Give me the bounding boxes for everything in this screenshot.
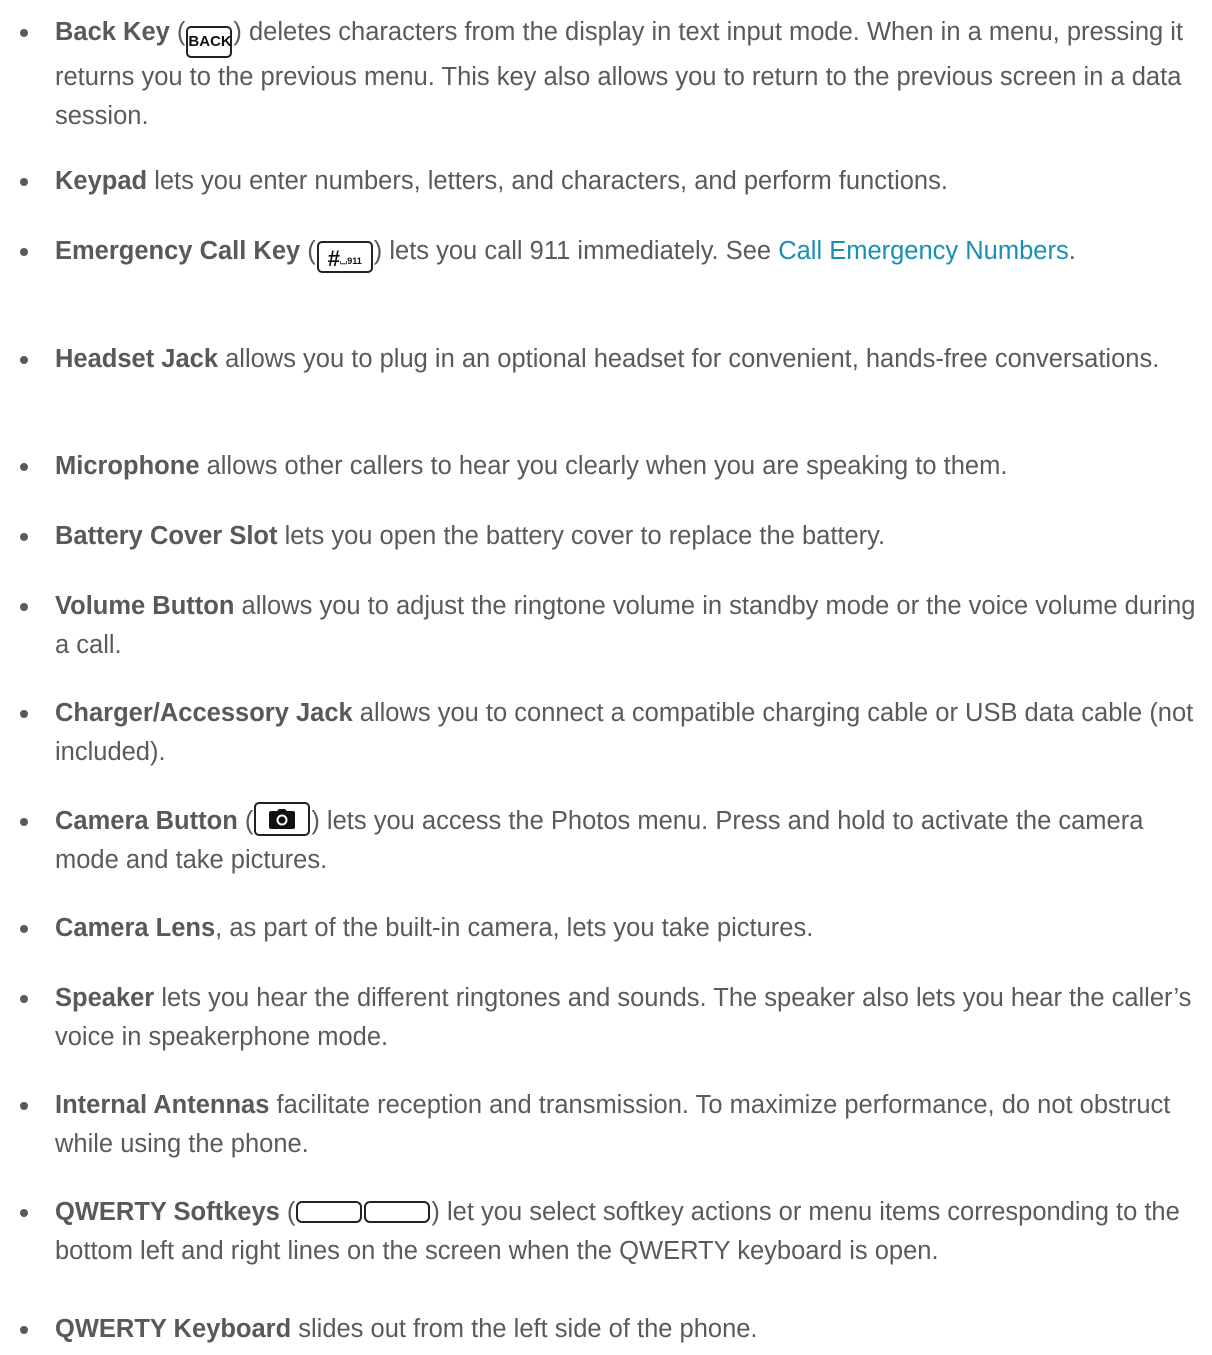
list-item-emergency-call-key: Emergency Call Key (#⌴911) lets you call… xyxy=(20,232,1198,273)
list-item-camera-lens: Camera Lens, as part of the built-in cam… xyxy=(20,909,1198,948)
item-text: lets you enter numbers, letters, and cha… xyxy=(147,167,948,195)
item-text: . xyxy=(1068,237,1076,265)
back-key-icon: BACK xyxy=(186,26,233,58)
item-text: ) lets you call 911 immediately. See xyxy=(373,237,779,265)
camera-icon xyxy=(254,802,311,836)
bullet-icon xyxy=(20,710,28,718)
item-term: Microphone xyxy=(55,452,200,480)
item-term: Battery Cover Slot xyxy=(55,522,278,550)
item-term: Speaker xyxy=(55,984,155,1012)
list-item-battery-cover-slot: Battery Cover Slot lets you open the bat… xyxy=(20,517,1198,556)
list-item-microphone: Microphone allows other callers to hear … xyxy=(20,447,1198,486)
item-term: Headset Jack xyxy=(55,345,219,373)
bullet-icon xyxy=(20,178,28,186)
list-item-volume-button: Volume Button allows you to adjust the r… xyxy=(20,587,1198,664)
item-term: Internal Antennas xyxy=(55,1091,270,1119)
bullet-icon xyxy=(20,356,28,364)
item-text: ( xyxy=(279,1198,296,1226)
bullet-icon xyxy=(20,925,28,933)
list-item-charger-accessory-jack: Charger/Accessory Jack allows you to con… xyxy=(20,694,1198,771)
bullet-icon xyxy=(20,29,28,37)
item-text: slides out from the left side of the pho… xyxy=(291,1315,758,1343)
item-term: QWERTY Softkeys xyxy=(55,1198,280,1226)
bullet-icon xyxy=(20,603,28,611)
item-term: Camera Lens xyxy=(55,914,216,942)
item-term: Keypad xyxy=(55,167,148,195)
item-text: ( xyxy=(237,807,254,835)
item-text: lets you hear the different ringtones an… xyxy=(55,984,1192,1051)
item-text: allows other callers to hear you clearly… xyxy=(199,452,1008,480)
list-item-back-key: Back Key (BACK) deletes characters from … xyxy=(20,13,1198,135)
bullet-icon xyxy=(20,1326,28,1334)
list-item-headset-jack: Headset Jack allows you to plug in an op… xyxy=(20,340,1198,379)
list-item-camera-button: Camera Button () lets you access the Pho… xyxy=(20,802,1198,879)
item-text: allows you to plug in an optional headse… xyxy=(218,345,1160,373)
bullet-icon xyxy=(20,995,28,1003)
item-term: Back Key xyxy=(55,18,170,46)
item-text: ( xyxy=(300,237,316,265)
bullet-icon xyxy=(20,818,28,826)
item-term: Emergency Call Key xyxy=(55,237,301,265)
item-term: Volume Button xyxy=(55,592,235,620)
list-item-speaker: Speaker lets you hear the different ring… xyxy=(20,979,1198,1056)
document-page: Back Key (BACK) deletes characters from … xyxy=(0,0,1212,1355)
emergency-911-key-icon: #⌴911 xyxy=(316,241,373,273)
item-text: lets you open the battery cover to repla… xyxy=(277,522,886,550)
list-item-qwerty-softkeys: QWERTY Softkeys () let you select softke… xyxy=(20,1193,1198,1270)
right-softkey-icon xyxy=(364,1201,431,1223)
list-item-internal-antennas: Internal Antennas facilitate reception a… xyxy=(20,1086,1198,1163)
item-text: ( xyxy=(169,18,186,46)
list-item-qwerty-keyboard: QWERTY Keyboard slides out from the left… xyxy=(20,1310,1198,1349)
bullet-icon xyxy=(20,248,28,256)
bullet-icon xyxy=(20,1102,28,1110)
call-emergency-numbers-link[interactable]: Call Emergency Numbers xyxy=(778,237,1069,265)
item-text: , as part of the built-in camera, lets y… xyxy=(215,914,814,942)
item-term: Camera Button xyxy=(55,807,238,835)
bullet-icon xyxy=(20,533,28,541)
item-term: QWERTY Keyboard xyxy=(55,1315,292,1343)
list-item-keypad: Keypad lets you enter numbers, letters, … xyxy=(20,162,1198,201)
item-term: Charger/Accessory Jack xyxy=(55,699,353,727)
bullet-icon xyxy=(20,463,28,471)
left-softkey-icon xyxy=(296,1201,363,1223)
bullet-icon xyxy=(20,1209,28,1217)
